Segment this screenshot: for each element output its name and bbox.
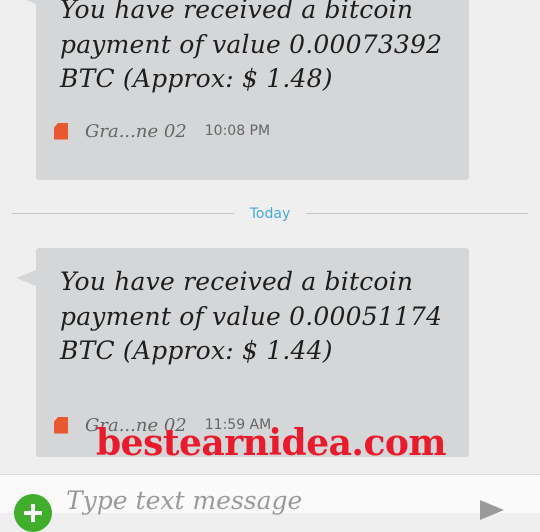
message-text: You have received a bitcoin payment of v…: [60, 267, 443, 365]
watermark: bestearnidea.com: [96, 422, 446, 464]
message-sender: Gra...ne 02: [85, 120, 187, 142]
date-divider-line: [306, 213, 528, 214]
message-bubble[interactable]: You have received a bitcoin payment of v…: [16, 0, 469, 180]
sim-card-icon: [54, 416, 68, 434]
date-divider-line: [12, 213, 234, 214]
message-text: You have received a bitcoin payment of v…: [60, 0, 443, 93]
sim-card-icon: [54, 122, 68, 140]
message-meta: Gra...ne 02 10:08 PM: [54, 120, 271, 142]
message-time: 10:08 PM: [204, 123, 271, 139]
send-icon[interactable]: [480, 500, 504, 520]
date-divider-label: Today: [249, 206, 291, 222]
compose-bar: [0, 474, 540, 532]
add-attachment-icon[interactable]: [14, 494, 52, 532]
